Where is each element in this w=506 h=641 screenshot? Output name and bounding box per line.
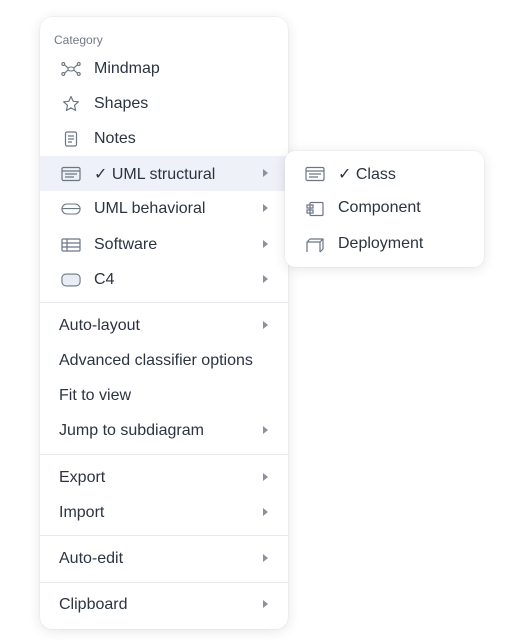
menu-item-label: Auto-edit <box>59 549 124 567</box>
menu-item-label: Auto-layout <box>59 316 140 334</box>
submenu-item-label: Deployment <box>338 235 424 252</box>
menu-item-auto-edit[interactable]: Auto-edit <box>40 541 288 576</box>
uml-class-icon <box>305 164 325 184</box>
menu-item-uml-structural[interactable]: ✓ UML structural <box>40 156 288 191</box>
menu-item-label: Jump to subdiagram <box>59 421 204 439</box>
note-icon <box>61 129 81 149</box>
chevron-right-icon <box>263 321 268 329</box>
chevron-right-icon <box>263 426 268 434</box>
menu-item-label: Clipboard <box>59 595 128 613</box>
divider <box>40 454 288 455</box>
context-menu: Category Mindmap Shapes Notes ✓ UML stru… <box>40 17 288 629</box>
submenu-item-label: Component <box>338 199 421 216</box>
menu-item-mindmap[interactable]: Mindmap <box>40 51 288 86</box>
chevron-right-icon <box>263 473 268 481</box>
menu-item-label: Import <box>59 503 105 521</box>
submenu-item-deployment[interactable]: Deployment <box>285 227 484 262</box>
chevron-right-icon <box>263 600 268 608</box>
table-icon <box>61 235 81 255</box>
menu-item-c4[interactable]: C4 <box>40 262 288 297</box>
pill-icon <box>61 199 81 219</box>
submenu-item-label: ✓ Class <box>338 166 396 183</box>
menu-item-label: Advanced classifier options <box>59 351 253 369</box>
menu-item-auto-layout[interactable]: Auto-layout <box>40 308 288 343</box>
menu-item-label: ✓ UML structural <box>94 165 216 183</box>
menu-item-import[interactable]: Import <box>40 495 288 530</box>
rounded-rect-icon <box>61 270 81 290</box>
menu-item-label: C4 <box>94 270 115 288</box>
star-icon <box>61 94 81 114</box>
menu-item-label: Mindmap <box>94 59 160 77</box>
menu-item-shapes[interactable]: Shapes <box>40 86 288 121</box>
menu-item-label: Software <box>94 235 158 253</box>
mindmap-icon <box>61 59 81 79</box>
menu-item-notes[interactable]: Notes <box>40 121 288 156</box>
divider <box>40 535 288 536</box>
chevron-right-icon <box>263 508 268 516</box>
menu-item-label: Export <box>59 468 106 486</box>
menu-item-clipboard[interactable]: Clipboard <box>40 587 288 622</box>
menu-item-label: Notes <box>94 129 136 147</box>
chevron-right-icon <box>263 204 268 212</box>
submenu-item-component[interactable]: Component <box>285 191 484 226</box>
menu-item-uml-behavioral[interactable]: UML behavioral <box>40 191 288 226</box>
divider <box>40 582 288 583</box>
menu-item-fit-to-view[interactable]: Fit to view <box>40 378 288 413</box>
menu-item-export[interactable]: Export <box>40 460 288 495</box>
menu-item-jump-to-subdiagram[interactable]: Jump to subdiagram <box>40 413 288 448</box>
menu-item-label: UML behavioral <box>94 199 206 217</box>
uml-structural-submenu: ✓ Class Component Deployment <box>285 151 484 267</box>
uml-class-icon <box>61 164 81 184</box>
menu-item-label: Fit to view <box>59 386 132 404</box>
menu-item-advanced-classifier-options[interactable]: Advanced classifier options <box>40 343 288 378</box>
chevron-right-icon <box>263 169 268 177</box>
chevron-right-icon <box>263 240 268 248</box>
menu-item-label: Shapes <box>94 94 149 112</box>
deployment-node-icon <box>305 235 325 255</box>
chevron-right-icon <box>263 554 268 562</box>
component-icon <box>305 199 325 219</box>
category-header: Category <box>54 33 103 47</box>
chevron-right-icon <box>263 275 268 283</box>
submenu-item-class[interactable]: ✓ Class <box>285 156 484 191</box>
menu-item-software[interactable]: Software <box>40 227 288 262</box>
divider <box>40 302 288 303</box>
